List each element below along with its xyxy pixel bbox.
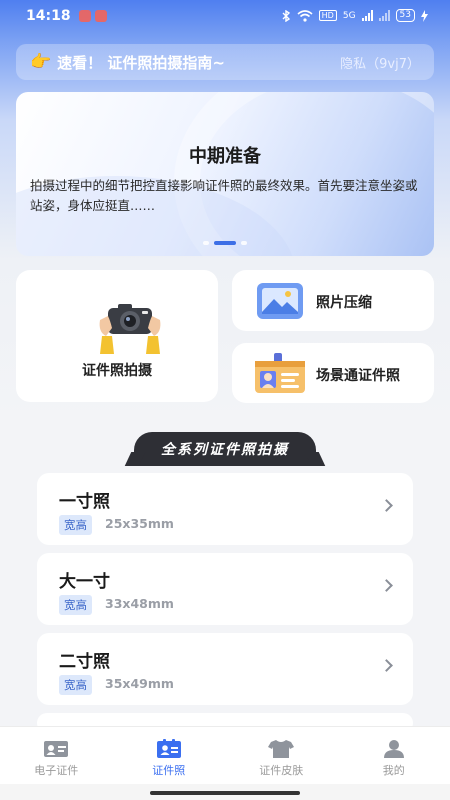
signal-strength-2-icon [378,10,390,21]
carousel-dot-active[interactable] [214,241,236,245]
carousel-dot[interactable] [241,241,247,245]
signal-type-label: 5G [342,10,356,21]
size-tag: 宽高 [59,515,92,535]
wifi-icon [297,9,313,22]
nav-id-skin[interactable]: 证件皮肤 [225,727,338,784]
id-card-icon [255,353,305,393]
size-dimensions: 33x48mm [105,596,174,611]
app-notification-icon [79,10,91,22]
size-item-large-one-inch[interactable]: 大一寸 宽高 33x48mm [37,553,413,625]
tips-banner[interactable]: 中期准备 拍摄过程中的细节把控直接影响证件照的最终效果。首先要注意坐姿或站姿，身… [16,92,434,256]
user-icon [383,740,404,758]
home-indicator[interactable] [150,791,300,795]
size-dimensions: 25x35mm [105,516,174,531]
status-time: 14:18 [26,8,71,24]
charging-icon [421,9,428,22]
nav-label: 电子证件 [34,764,79,777]
series-title: 全系列证件照拍摄 [161,442,289,458]
size-tag: 宽高 [59,675,92,695]
bluetooth-icon [282,9,290,22]
chevron-right-icon [380,579,393,592]
image-icon [257,283,303,319]
battery-icon: 53 [395,9,415,22]
guide-link[interactable]: 速看！ 证件照拍摄指南~ [57,52,340,73]
pointing-hand-icon: 👉 [30,52,52,72]
size-name: 二寸照 [59,652,110,672]
status-bar: 14:18 HD 5G 53 [0,0,450,32]
privacy-link[interactable]: 隐私（9vj7） [340,53,420,72]
size-item-one-inch[interactable]: 一寸照 宽高 25x35mm [37,473,413,545]
size-tag: 宽高 [59,595,92,615]
status-indicators: HD 5G 53 [282,9,428,22]
bottom-nav: 电子证件 证件照 证件皮肤 我的 [0,726,450,784]
network-type-label: HD [318,10,337,21]
nav-label: 我的 [382,764,405,777]
id-card-icon [44,741,69,757]
photo-compress-label: 照片压缩 [316,295,372,311]
chevron-right-icon [380,659,393,672]
signal-strength-icon [361,10,373,21]
size-dimensions: 35x49mm [105,676,174,691]
notice-bar[interactable]: 👉 速看！ 证件照拍摄指南~ 隐私（9vj7） [16,44,434,80]
size-name: 大一寸 [59,572,110,592]
scene-id-photo-label: 场景通证件照 [316,368,400,384]
nav-label: 证件照 [152,764,186,777]
nav-electronic-id[interactable]: 电子证件 [0,727,113,784]
size-name: 一寸照 [59,492,110,512]
banner-title: 中期准备 [189,146,261,167]
size-item-two-inch[interactable]: 二寸照 宽高 35x49mm [37,633,413,705]
scene-id-photo-card[interactable]: 场景通证件照 [232,343,434,403]
nav-id-photo[interactable]: 证件照 [113,727,226,784]
portrait-card-icon [156,739,181,758]
carousel-dot[interactable] [203,241,209,245]
id-photo-capture-card[interactable]: 证件照拍摄 [16,270,218,402]
chevron-right-icon [380,499,393,512]
video-notification-icon [95,10,107,22]
camera-hands-icon [99,304,161,354]
series-heading: 全系列证件照拍摄 [134,432,316,466]
carousel-dots[interactable] [16,241,434,245]
id-photo-capture-label: 证件照拍摄 [82,363,152,379]
photo-compress-card[interactable]: 照片压缩 [232,270,434,331]
nav-label: 证件皮肤 [259,764,304,777]
size-list: 一寸照 宽高 25x35mm 大一寸 宽高 33x48mm 二寸照 宽高 35x… [37,473,413,741]
tshirt-icon [268,740,295,758]
nav-profile[interactable]: 我的 [338,727,450,784]
banner-text: 拍摄过程中的细节把控直接影响证件照的最终效果。首先要注意坐姿或站姿，身体应挺直…… [30,178,418,213]
notification-icons [79,10,107,22]
